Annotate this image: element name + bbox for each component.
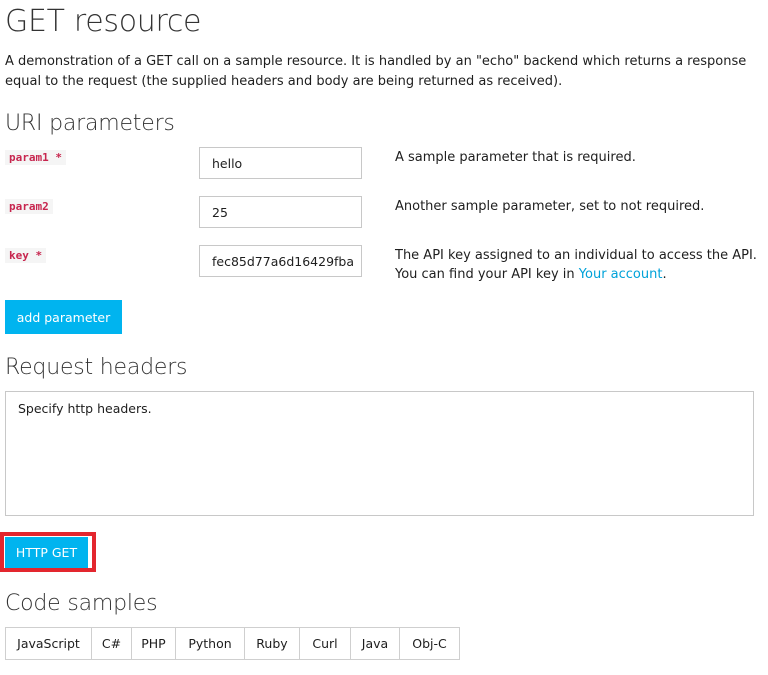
key-input[interactable] — [199, 245, 362, 277]
param-row-param1: param1 * A sample parameter that is requ… — [5, 147, 760, 183]
tab-objc[interactable]: Obj-C — [399, 627, 460, 660]
param-description-param2: Another sample parameter, set to not req… — [395, 199, 705, 214]
tab-curl[interactable]: Curl — [299, 627, 351, 660]
param1-input[interactable] — [199, 147, 362, 179]
request-headers-heading: Request headers — [5, 355, 188, 380]
highlight-frame — [0, 532, 96, 572]
tab-javascript[interactable]: JavaScript — [5, 627, 92, 660]
request-headers-textarea[interactable] — [5, 391, 754, 516]
param-name-param1: param1 * — [5, 150, 66, 165]
param-description-param1: A sample parameter that is required. — [395, 150, 636, 165]
tab-java[interactable]: Java — [350, 627, 400, 660]
param-row-key: key * The API key assigned to an individ… — [5, 245, 760, 284]
your-account-link[interactable]: Your account — [579, 267, 663, 282]
param-row-param2: param2 Another sample parameter, set to … — [5, 196, 760, 232]
page-description: A demonstration of a GET call on a sampl… — [5, 54, 747, 89]
page-title: GET resource — [5, 4, 202, 39]
uri-parameters-heading: URI parameters — [5, 111, 175, 136]
param2-input[interactable] — [199, 196, 362, 228]
tab-php[interactable]: PHP — [131, 627, 176, 660]
key-description-suffix: . — [662, 267, 667, 282]
tab-csharp[interactable]: C# — [91, 627, 132, 660]
add-parameter-button[interactable]: add parameter — [5, 300, 122, 334]
param-description-key: The API key assigned to an individual to… — [395, 246, 760, 284]
code-samples-heading: Code samples — [5, 591, 158, 616]
tab-ruby[interactable]: Ruby — [244, 627, 300, 660]
tab-python[interactable]: Python — [175, 627, 245, 660]
code-samples-tabs: JavaScript C# PHP Python Ruby Curl Java … — [5, 627, 460, 660]
key-description-text: The API key assigned to an individual to… — [395, 248, 757, 282]
param-name-param2: param2 — [5, 199, 53, 214]
param-name-key: key * — [5, 248, 47, 263]
